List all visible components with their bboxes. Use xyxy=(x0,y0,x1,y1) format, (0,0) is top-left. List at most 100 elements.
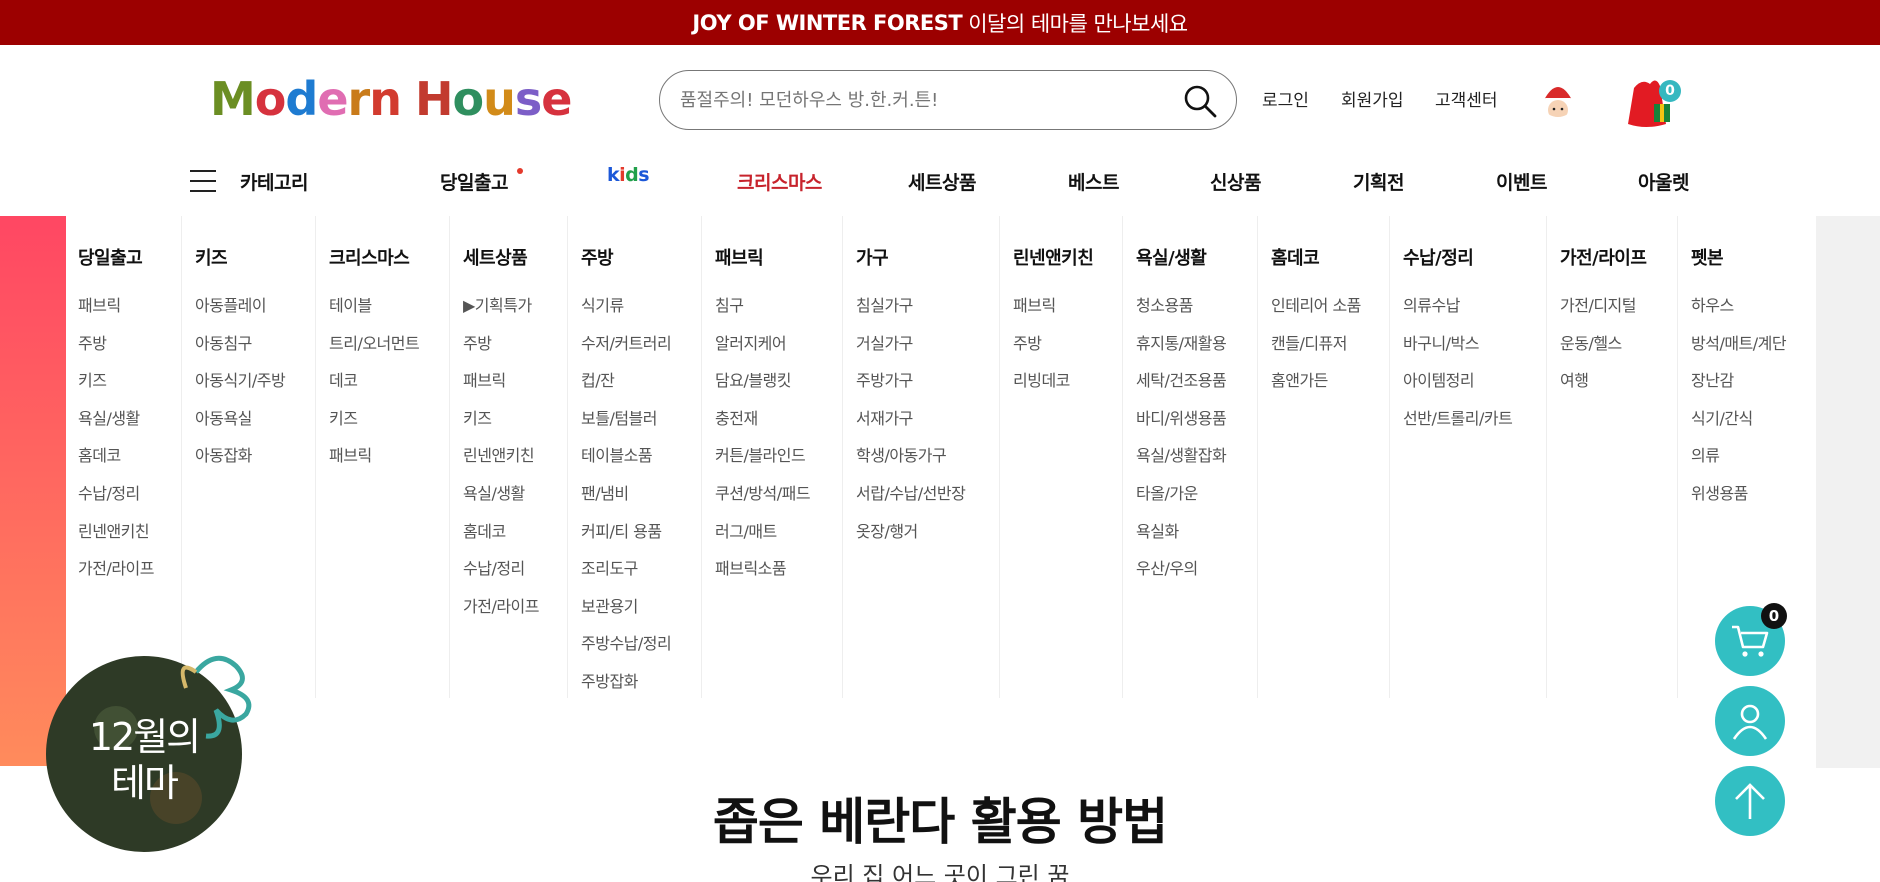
menu-link[interactable]: 식기류 xyxy=(581,292,701,330)
menu-link[interactable]: 휴지통/재활용 xyxy=(1136,330,1257,368)
menu-link[interactable]: ▶기획특가 xyxy=(463,292,567,330)
menu-link[interactable]: 보관용기 xyxy=(581,593,701,631)
menu-link[interactable]: 수납/정리 xyxy=(463,555,567,593)
menu-link[interactable]: 린넨앤키친 xyxy=(463,442,567,480)
menu-link[interactable]: 가전/라이프 xyxy=(78,555,181,593)
menu-link[interactable]: 장난감 xyxy=(1691,367,1816,405)
menu-link[interactable]: 학생/아동가구 xyxy=(856,442,999,480)
menu-link[interactable]: 데코 xyxy=(329,367,449,405)
menu-link[interactable]: 침실가구 xyxy=(856,292,999,330)
menu-col-title[interactable]: 가전/라이프 xyxy=(1560,244,1677,270)
menu-link[interactable]: 청소용품 xyxy=(1136,292,1257,330)
menu-link[interactable]: 키즈 xyxy=(78,367,181,405)
menu-link[interactable]: 러그/매트 xyxy=(715,518,842,556)
menu-link[interactable]: 주방 xyxy=(463,330,567,368)
site-logo[interactable]: Modern House xyxy=(210,72,572,126)
menu-link[interactable]: 쿠션/방석/패드 xyxy=(715,480,842,518)
menu-link[interactable]: 팬/냄비 xyxy=(581,480,701,518)
menu-col-title[interactable]: 펫본 xyxy=(1691,244,1816,270)
menu-col-title[interactable]: 크리스마스 xyxy=(329,244,449,270)
menu-link[interactable]: 아동침구 xyxy=(195,330,315,368)
menu-link[interactable]: 옷장/행거 xyxy=(856,518,999,556)
menu-link[interactable]: 아동잡화 xyxy=(195,442,315,480)
menu-link[interactable]: 린넨앤키친 xyxy=(78,518,181,556)
menu-link[interactable]: 우산/우의 xyxy=(1136,555,1257,593)
menu-link[interactable]: 아이템정리 xyxy=(1403,367,1546,405)
monthly-theme-ornament[interactable]: 12월의 테마 xyxy=(46,648,258,856)
nav-outlet[interactable]: 아울렛 xyxy=(1638,168,1689,195)
nav-new[interactable]: 신상품 xyxy=(1210,168,1261,195)
scroll-top-button[interactable] xyxy=(1715,766,1785,836)
menu-link[interactable]: 바디/위생용품 xyxy=(1136,405,1257,443)
menu-link[interactable]: 아동식기/주방 xyxy=(195,367,315,405)
nav-promotion[interactable]: 기획전 xyxy=(1353,168,1404,195)
menu-link[interactable]: 아동욕실 xyxy=(195,405,315,443)
menu-link[interactable]: 홈데코 xyxy=(463,518,567,556)
menu-col-title[interactable]: 수납/정리 xyxy=(1403,244,1546,270)
menu-col-title[interactable]: 패브릭 xyxy=(715,244,842,270)
menu-link[interactable]: 욕실/생활 xyxy=(463,480,567,518)
menu-link[interactable]: 의류 xyxy=(1691,442,1816,480)
menu-link[interactable]: 충전재 xyxy=(715,405,842,443)
menu-link[interactable]: 주방 xyxy=(78,330,181,368)
menu-col-title[interactable]: 세트상품 xyxy=(463,244,567,270)
menu-link[interactable]: 키즈 xyxy=(463,405,567,443)
menu-link[interactable]: 주방잡화 xyxy=(581,668,701,706)
customer-center-link[interactable]: 고객센터 xyxy=(1435,86,1498,111)
menu-col-title[interactable]: 홈데코 xyxy=(1271,244,1389,270)
menu-link[interactable]: 가전/라이프 xyxy=(463,593,567,631)
nav-best[interactable]: 베스트 xyxy=(1068,168,1119,195)
menu-link[interactable]: 보틀/텀블러 xyxy=(581,405,701,443)
menu-link[interactable]: 거실가구 xyxy=(856,330,999,368)
menu-link[interactable]: 의류수납 xyxy=(1403,292,1546,330)
menu-link[interactable]: 수저/커트러리 xyxy=(581,330,701,368)
menu-link[interactable]: 담요/블랭킷 xyxy=(715,367,842,405)
menu-link[interactable]: 위생용품 xyxy=(1691,480,1816,518)
menu-link[interactable]: 홈데코 xyxy=(78,442,181,480)
menu-link[interactable]: 욕실/생활 xyxy=(78,405,181,443)
menu-link[interactable]: 하우스 xyxy=(1691,292,1816,330)
menu-link[interactable]: 바구니/박스 xyxy=(1403,330,1546,368)
menu-link[interactable]: 컵/잔 xyxy=(581,367,701,405)
menu-link[interactable]: 키즈 xyxy=(329,405,449,443)
menu-link[interactable]: 식기/간식 xyxy=(1691,405,1816,443)
menu-link[interactable]: 주방가구 xyxy=(856,367,999,405)
menu-link[interactable]: 패브릭소품 xyxy=(715,555,842,593)
my-account-button[interactable] xyxy=(1715,686,1785,756)
menu-link[interactable]: 알러지케어 xyxy=(715,330,842,368)
menu-link[interactable]: 서재가구 xyxy=(856,405,999,443)
menu-link[interactable]: 조리도구 xyxy=(581,555,701,593)
menu-link[interactable]: 가전/디지털 xyxy=(1560,292,1677,330)
menu-link[interactable]: 트리/오너먼트 xyxy=(329,330,449,368)
menu-col-title[interactable]: 당일출고 xyxy=(78,244,181,270)
menu-link[interactable]: 홈앤가든 xyxy=(1271,367,1389,405)
menu-link[interactable]: 리빙데코 xyxy=(1013,367,1122,405)
menu-col-title[interactable]: 욕실/생활 xyxy=(1136,244,1257,270)
signup-link[interactable]: 회원가입 xyxy=(1341,86,1404,111)
search-input[interactable] xyxy=(680,89,1160,111)
menu-link[interactable]: 방석/매트/계단 xyxy=(1691,330,1816,368)
menu-link[interactable]: 패브릭 xyxy=(463,367,567,405)
login-link[interactable]: 로그인 xyxy=(1262,86,1309,111)
nav-set[interactable]: 세트상품 xyxy=(908,168,976,195)
menu-col-title[interactable]: 가구 xyxy=(856,244,999,270)
menu-link[interactable]: 주방수납/정리 xyxy=(581,630,701,668)
menu-link[interactable]: 세탁/건조용품 xyxy=(1136,367,1257,405)
menu-link[interactable]: 여행 xyxy=(1560,367,1677,405)
menu-link[interactable]: 주방 xyxy=(1013,330,1122,368)
menu-link[interactable]: 패브릭 xyxy=(1013,292,1122,330)
menu-link[interactable]: 테이블소품 xyxy=(581,442,701,480)
search-icon[interactable] xyxy=(1182,83,1218,119)
menu-link[interactable]: 테이블 xyxy=(329,292,449,330)
menu-link[interactable]: 패브릭 xyxy=(78,292,181,330)
menu-link[interactable]: 커피/티 용품 xyxy=(581,518,701,556)
menu-link[interactable]: 타올/가운 xyxy=(1136,480,1257,518)
nav-christmas[interactable]: 크리스마스 xyxy=(737,168,822,195)
menu-link[interactable]: 아동플레이 xyxy=(195,292,315,330)
menu-link[interactable]: 선반/트롤리/카트 xyxy=(1403,405,1546,443)
menu-col-title[interactable]: 키즈 xyxy=(195,244,315,270)
menu-link[interactable]: 욕실/생활잡화 xyxy=(1136,442,1257,480)
nav-same-day[interactable]: 당일출고 xyxy=(440,168,508,195)
menu-link[interactable]: 운동/헬스 xyxy=(1560,330,1677,368)
menu-link[interactable]: 패브릭 xyxy=(329,442,449,480)
